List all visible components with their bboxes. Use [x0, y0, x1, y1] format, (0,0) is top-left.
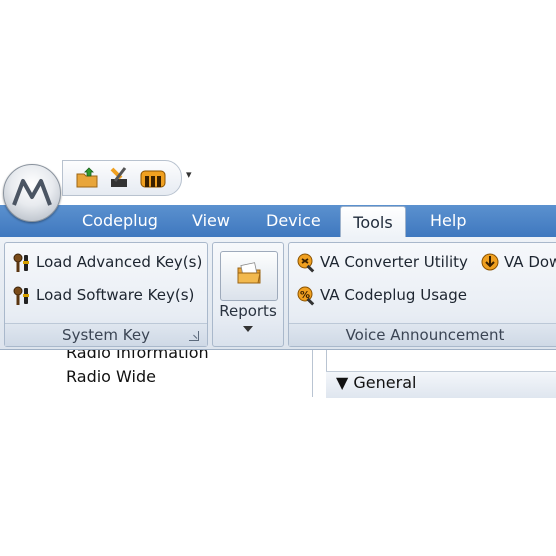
va-converter-utility-button[interactable]: VA Converter Utility	[296, 250, 468, 274]
group-label-voice-announcement: Voice Announcement	[289, 323, 556, 346]
load-advanced-keys-button[interactable]: Load Advanced Key(s)	[12, 250, 202, 274]
group-label-system-key: System Key	[5, 323, 207, 346]
va-download-button[interactable]: VA Dow	[480, 250, 556, 274]
general-section-label[interactable]: ▼ General	[336, 373, 416, 392]
va-codeplug-usage-label: VA Codeplug Usage	[320, 286, 467, 304]
load-software-keys-label: Load Software Key(s)	[36, 286, 195, 304]
va-download-label: VA Dow	[504, 253, 556, 271]
tree-item-radio-wide[interactable]: Radio Wide	[66, 367, 156, 386]
quick-access-toolbar	[62, 160, 182, 196]
va-download-icon	[480, 252, 502, 274]
tab-view[interactable]: View	[192, 205, 230, 237]
dialog-launcher-icon[interactable]	[189, 331, 199, 341]
device-icon[interactable]	[139, 165, 167, 195]
logo-icon	[11, 177, 53, 213]
va-codeplug-usage-button[interactable]: % VA Codeplug Usage	[296, 283, 467, 307]
open-folder-icon[interactable]	[75, 165, 101, 195]
reports-folder-icon	[235, 260, 263, 292]
reports-dropdown-icon[interactable]	[243, 326, 253, 332]
tools-icon[interactable]	[107, 165, 133, 195]
percent-icon: %	[296, 285, 318, 307]
tab-device[interactable]: Device	[266, 205, 321, 237]
va-converter-utility-label: VA Converter Utility	[320, 253, 468, 271]
tab-tools[interactable]: Tools	[340, 206, 406, 238]
tab-codeplug[interactable]: Codeplug	[82, 205, 158, 237]
load-software-keys-button[interactable]: Load Software Key(s)	[12, 283, 194, 307]
customize-quick-access-icon[interactable]: ▾	[186, 168, 192, 181]
reports-label[interactable]: Reports	[212, 302, 284, 320]
load-advanced-keys-label: Load Advanced Key(s)	[36, 253, 203, 271]
va-converter-icon	[296, 252, 318, 274]
reports-button[interactable]	[220, 251, 278, 301]
application-menu-button[interactable]	[3, 164, 61, 222]
tab-help[interactable]: Help	[430, 205, 466, 237]
key-icon	[12, 252, 34, 274]
key-icon	[12, 285, 34, 307]
